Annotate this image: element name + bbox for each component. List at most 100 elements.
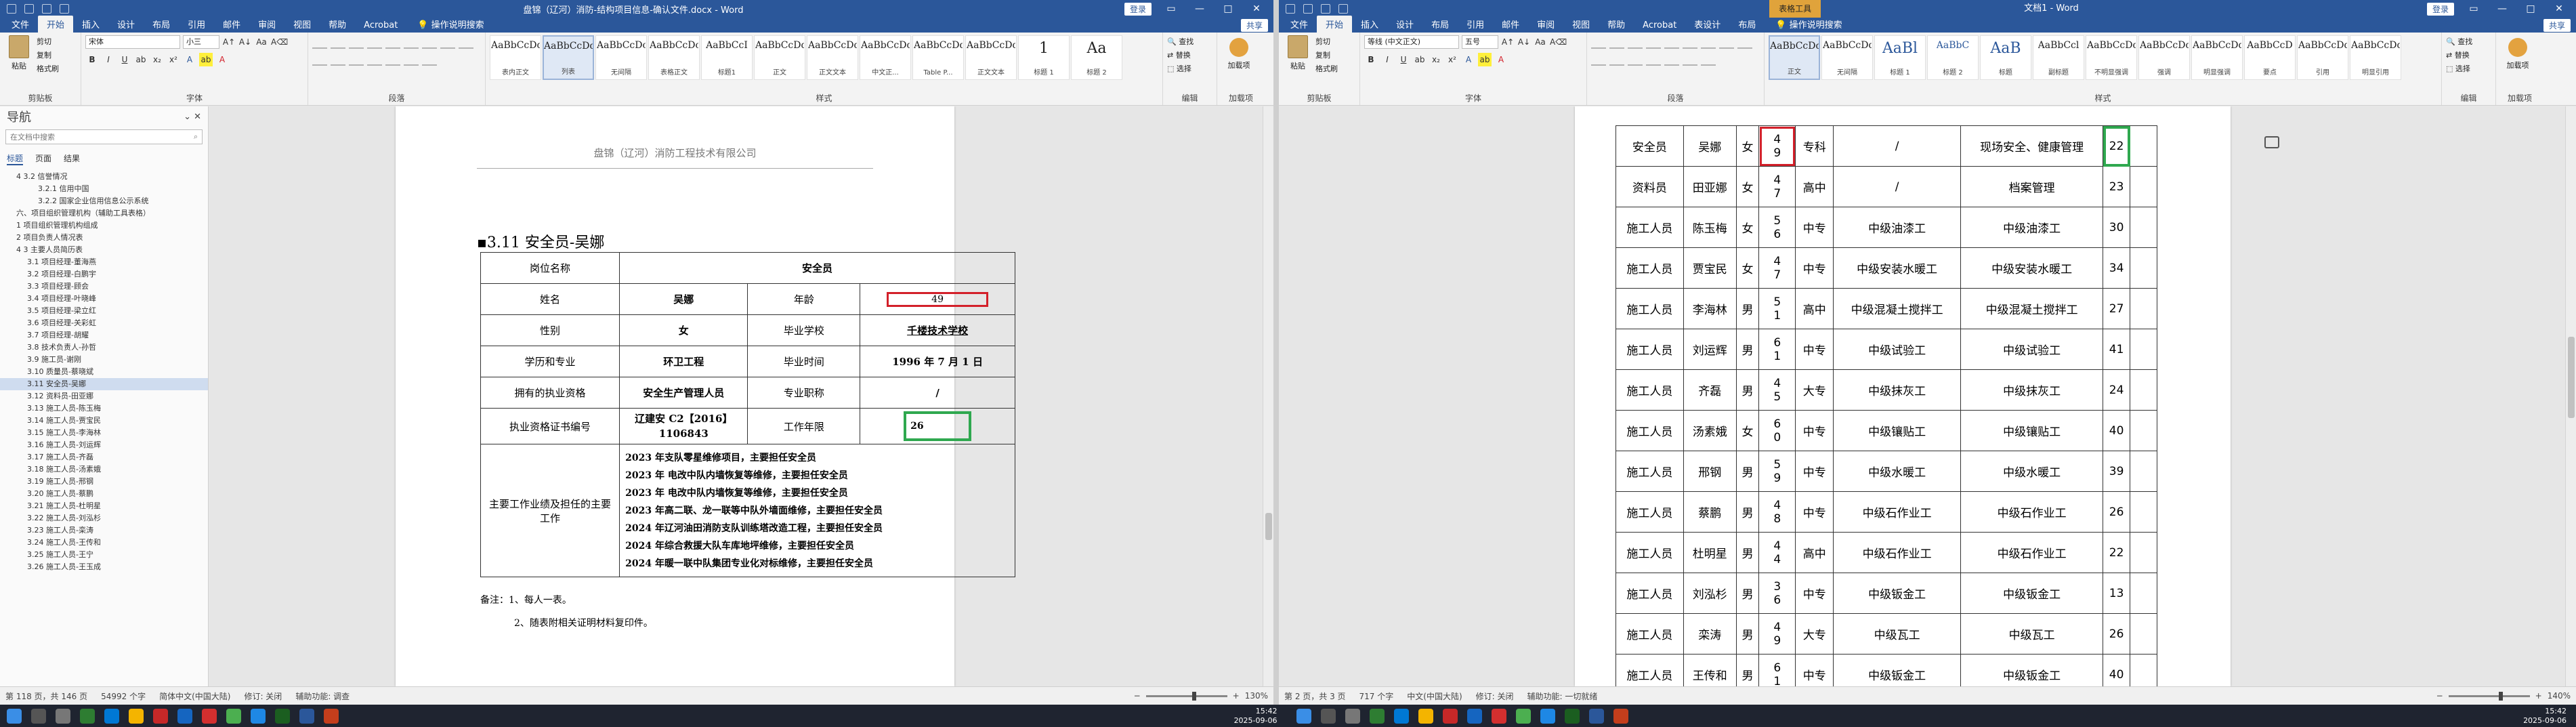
- nav-heading-item[interactable]: 3.2 项目经理-白鹏宇: [0, 268, 208, 281]
- style-gallery-item[interactable]: 1 标题 1: [1018, 35, 1070, 80]
- style-gallery-item[interactable]: AaBbCcDd 无间隔: [1821, 35, 1873, 80]
- style-gallery-item[interactable]: AaB 标题: [1980, 35, 2031, 80]
- addins-button[interactable]: 加载项: [1221, 35, 1257, 70]
- subscript-icon[interactable]: x₂: [150, 53, 164, 66]
- tab-help[interactable]: 帮助: [1599, 16, 1634, 33]
- nav-heading-item[interactable]: 3.6 项目经理-关彩虹: [0, 317, 208, 329]
- powerpoint-icon[interactable]: [324, 708, 339, 724]
- font-name-combo[interactable]: 宋体: [85, 35, 180, 49]
- nav-heading-item[interactable]: 六、项目组织管理机构（辅助工具表格）: [0, 207, 208, 220]
- copy-button[interactable]: 复制: [1315, 49, 1338, 62]
- nav-heading-item[interactable]: 3.18 施工人员-汤素娥: [0, 463, 208, 476]
- clear-format-icon[interactable]: A⌫: [1550, 35, 1567, 49]
- justify-icon[interactable]: [1628, 52, 1643, 66]
- search-icon[interactable]: ⌕: [194, 132, 198, 142]
- app-icon[interactable]: [80, 708, 95, 724]
- underline-icon[interactable]: U: [118, 53, 131, 66]
- edge-icon[interactable]: [1393, 708, 1409, 724]
- highlight-icon[interactable]: ab: [199, 53, 213, 66]
- text-effects-icon[interactable]: A: [1462, 53, 1475, 66]
- nav-heading-item[interactable]: 3.15 施工人员-李海林: [0, 427, 208, 439]
- copy-button[interactable]: 复制: [37, 49, 59, 62]
- nav-heading-item[interactable]: 3.8 技术负责人-孙哲: [0, 341, 208, 354]
- style-gallery-item[interactable]: AaBbCcDc 表格正文: [648, 35, 700, 80]
- nav-heading-item[interactable]: 3.2.2 国家企业信用信息公示系统: [0, 195, 208, 207]
- excel-icon[interactable]: [1564, 708, 1580, 724]
- tell-me-search[interactable]: 💡 操作说明搜索: [1770, 16, 1847, 33]
- style-gallery-item[interactable]: AaBbC 标题 2: [1927, 35, 1979, 80]
- nav-heading-item[interactable]: 3.4 项目经理-叶晓峰: [0, 293, 208, 305]
- increase-indent-icon[interactable]: [385, 35, 400, 49]
- strikethrough-icon[interactable]: ab: [1413, 53, 1427, 66]
- style-gallery-item[interactable]: AaBbCcDd 引用: [2297, 35, 2348, 80]
- share-button[interactable]: 共享: [1240, 19, 1268, 32]
- replace-button[interactable]: ⇄ 替换: [1167, 49, 1212, 62]
- explorer-icon[interactable]: [129, 708, 144, 724]
- nav-heading-item[interactable]: 3.16 施工人员-刘运辉: [0, 439, 208, 451]
- nav-heading-item[interactable]: 3.2.1 信用中国: [0, 183, 208, 195]
- tab-table-design[interactable]: 表设计: [1685, 16, 1729, 33]
- bullets-icon[interactable]: [1591, 35, 1606, 49]
- nav-heading-item[interactable]: 3.13 施工人员-陈玉梅: [0, 402, 208, 415]
- nav-heading-item[interactable]: 3.14 施工人员-贾宝民: [0, 415, 208, 427]
- grow-font-icon[interactable]: A↑: [222, 35, 236, 49]
- vertical-scrollbar[interactable]: [2565, 106, 2576, 686]
- shrink-font-icon[interactable]: A↓: [238, 35, 252, 49]
- font-size-combo[interactable]: 小三: [183, 35, 219, 49]
- style-gallery-item[interactable]: AaBbCcDd 不明显强调: [2086, 35, 2137, 80]
- close-icon[interactable]: ✕: [2550, 3, 2568, 14]
- maximize-icon[interactable]: □: [1219, 3, 1237, 14]
- save-icon[interactable]: [24, 4, 34, 14]
- nav-heading-item[interactable]: 1 项目组织管理机构组成: [0, 220, 208, 232]
- zoom-in-icon[interactable]: +: [2535, 691, 2542, 701]
- style-gallery-item[interactable]: AaBbCcDd 明显引用: [2350, 35, 2401, 80]
- justify-icon[interactable]: [349, 52, 364, 66]
- clock-left[interactable]: 15:42 2025-09-06: [1234, 707, 1287, 726]
- cut-button[interactable]: 剪切: [37, 35, 59, 49]
- superscript-icon[interactable]: x²: [1445, 53, 1459, 66]
- shading-icon[interactable]: [404, 52, 419, 66]
- style-gallery-item[interactable]: AaBbCcDd 正文文本: [807, 35, 858, 80]
- grow-font-icon[interactable]: A↑: [1501, 35, 1515, 49]
- minimize-icon[interactable]: —: [2493, 3, 2511, 14]
- accessibility[interactable]: 辅助功能: 调查: [295, 690, 350, 702]
- tab-acrobat[interactable]: Acrobat: [355, 18, 406, 33]
- italic-icon[interactable]: I: [1380, 53, 1394, 66]
- tab-review[interactable]: 审阅: [1528, 16, 1563, 33]
- zoom-slider[interactable]: [1145, 691, 1227, 701]
- sort-icon[interactable]: [1701, 35, 1716, 49]
- style-gallery-item[interactable]: AaBbCcD 要点: [2244, 35, 2296, 80]
- page-count[interactable]: 第 2 页，共 3 页: [1284, 690, 1346, 702]
- app-icon[interactable]: [1442, 708, 1458, 724]
- chrome-icon[interactable]: [1515, 708, 1531, 724]
- nav-tab-results[interactable]: 结果: [64, 152, 80, 165]
- tab-table-layout[interactable]: 布局: [1729, 16, 1765, 33]
- nav-heading-item[interactable]: 3.20 施工人员-蔡鹏: [0, 488, 208, 500]
- photoshop-icon[interactable]: [177, 708, 192, 724]
- align-center-icon[interactable]: [1591, 52, 1606, 66]
- zoom-level[interactable]: 140%: [2548, 691, 2571, 701]
- save-icon[interactable]: [1303, 4, 1313, 14]
- style-gallery-item[interactable]: AaBbCcI 标题1: [701, 35, 753, 80]
- search-icon[interactable]: [31, 708, 46, 724]
- tab-mailings[interactable]: 邮件: [214, 16, 249, 33]
- track-changes[interactable]: 修订: 关闭: [244, 690, 282, 702]
- numbering-icon[interactable]: [1609, 35, 1624, 49]
- bold-icon[interactable]: B: [1364, 53, 1378, 66]
- nav-heading-item[interactable]: 3.3 项目经理-顾会: [0, 281, 208, 293]
- distributed-icon[interactable]: [367, 52, 382, 66]
- tab-insert[interactable]: 插入: [1352, 16, 1387, 33]
- task-view-icon[interactable]: [1345, 708, 1360, 724]
- change-case-icon[interactable]: Aa: [1534, 35, 1547, 49]
- powerpoint-icon[interactable]: [1613, 708, 1628, 724]
- paste-button[interactable]: 粘贴: [4, 35, 34, 93]
- start-icon[interactable]: [1296, 708, 1311, 724]
- bullets-icon[interactable]: [312, 35, 327, 49]
- style-gallery-item[interactable]: AaBbCcl 副标题: [2033, 35, 2084, 80]
- task-view-icon[interactable]: [56, 708, 70, 724]
- align-left-icon[interactable]: [459, 35, 473, 49]
- tab-references[interactable]: 引用: [1458, 16, 1493, 33]
- undo-icon[interactable]: [1321, 4, 1330, 14]
- share-button[interactable]: 共享: [2543, 19, 2571, 32]
- nav-heading-item[interactable]: 3.7 项目经理-胡耀: [0, 329, 208, 341]
